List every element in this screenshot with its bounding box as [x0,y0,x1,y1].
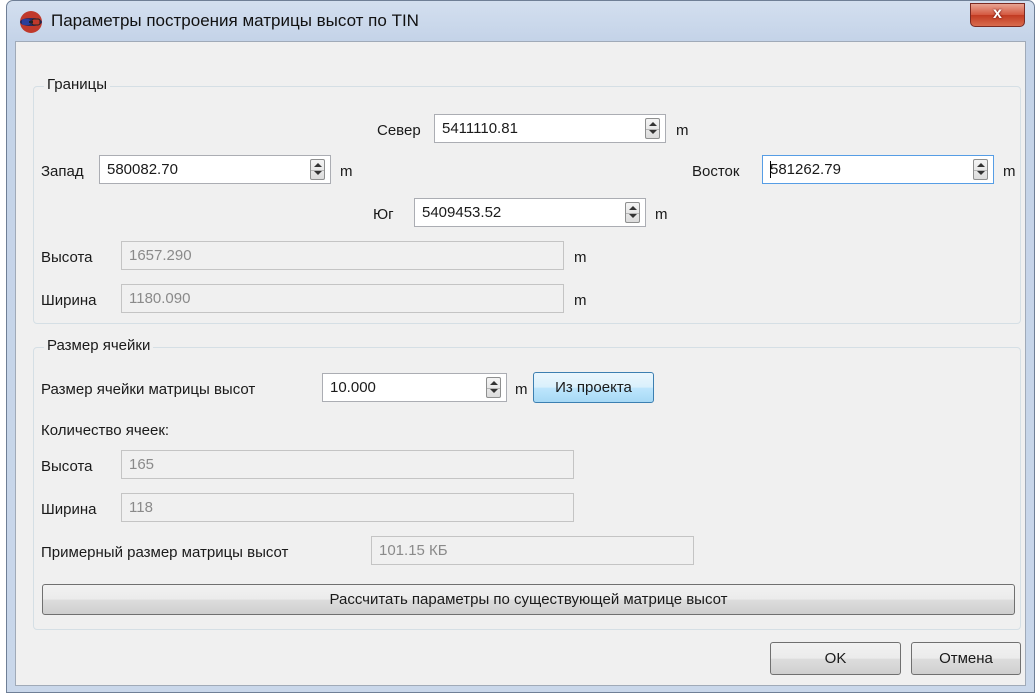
west-spin-buttons[interactable] [310,159,325,180]
north-unit: m [676,122,689,139]
bounds-height-label: Высота [41,249,93,266]
bounds-height-value: 1657.290 [129,247,192,264]
bounds-height-unit: m [574,249,587,266]
from-project-button[interactable]: Из проекта [533,372,654,403]
north-value: 5411110.81 [442,120,518,137]
east-input[interactable]: 581262.79 [762,155,994,184]
south-unit: m [655,206,668,223]
cancel-button[interactable]: Отмена [911,642,1021,675]
dialog-window: Параметры построения матрицы высот по TI… [6,0,1035,693]
east-unit: m [1003,163,1016,180]
cancel-label: Отмена [939,650,993,667]
calc-params-label: Рассчитать параметры по существующей мат… [329,591,728,608]
bounds-group-legend: Границы [44,76,110,93]
west-input[interactable]: 580082.70 [99,155,331,184]
cell-width-value: 118 [129,499,153,516]
west-value: 580082.70 [107,161,178,178]
spin-down-icon[interactable] [311,169,324,179]
cell-size-spin-buttons[interactable] [486,377,501,398]
approx-size-field: 101.15 КБ [371,536,694,565]
cell-height-label: Высота [41,458,93,475]
bounds-width-unit: m [574,292,587,309]
cell-size-value: 10.000 [330,379,376,396]
close-icon: x [993,5,1002,22]
dialog-client-area: Границы Север 5411110.81 m Запад 580082.… [15,41,1026,686]
west-unit: m [340,163,353,180]
spin-down-icon[interactable] [974,169,987,179]
north-spin-buttons[interactable] [645,118,660,139]
north-input[interactable]: 5411110.81 [434,114,666,143]
ok-label: OK [824,650,847,667]
east-spin-buttons[interactable] [973,159,988,180]
approx-size-value: 101.15 КБ [379,542,448,559]
cell-count-label: Количество ячеек: [41,422,170,439]
cell-size-group-legend: Размер ячейки [44,337,154,354]
approx-size-label: Примерный размер матрицы высот [41,544,289,561]
cell-size-unit: m [515,381,528,398]
bounds-width-value: 1180.090 [129,290,191,307]
globe-3d-glasses-icon [20,11,42,33]
spin-down-icon[interactable] [646,128,659,138]
south-input[interactable]: 5409453.52 [414,198,646,227]
from-project-label: Из проекта [555,379,632,396]
spin-down-icon[interactable] [626,212,639,222]
cell-width-label: Ширина [41,501,97,518]
title-bar[interactable]: Параметры построения матрицы высот по TI… [7,1,1034,41]
cell-size-input[interactable]: 10.000 [322,373,507,402]
spin-down-icon[interactable] [487,387,500,397]
south-label: Юг [373,206,394,223]
bounds-width-field: 1180.090 [121,284,564,313]
cell-width-field: 118 [121,493,574,522]
ok-button[interactable]: OK [770,642,901,675]
cell-size-label: Размер ячейки матрицы высот [41,381,256,398]
bounds-width-label: Ширина [41,292,97,309]
east-label: Восток [692,163,740,180]
west-label: Запад [41,163,84,180]
cell-height-value: 165 [129,456,155,473]
window-title: Параметры построения матрицы высот по TI… [51,11,419,30]
calc-params-button[interactable]: Рассчитать параметры по существующей мат… [42,584,1015,615]
bounds-height-field: 1657.290 [121,241,564,270]
east-value: 581262.79 [770,161,841,178]
north-label: Север [377,122,421,139]
south-spin-buttons[interactable] [625,202,640,223]
cell-height-field: 165 [121,450,574,479]
close-button[interactable]: x [970,3,1025,27]
south-value: 5409453.52 [422,204,502,221]
